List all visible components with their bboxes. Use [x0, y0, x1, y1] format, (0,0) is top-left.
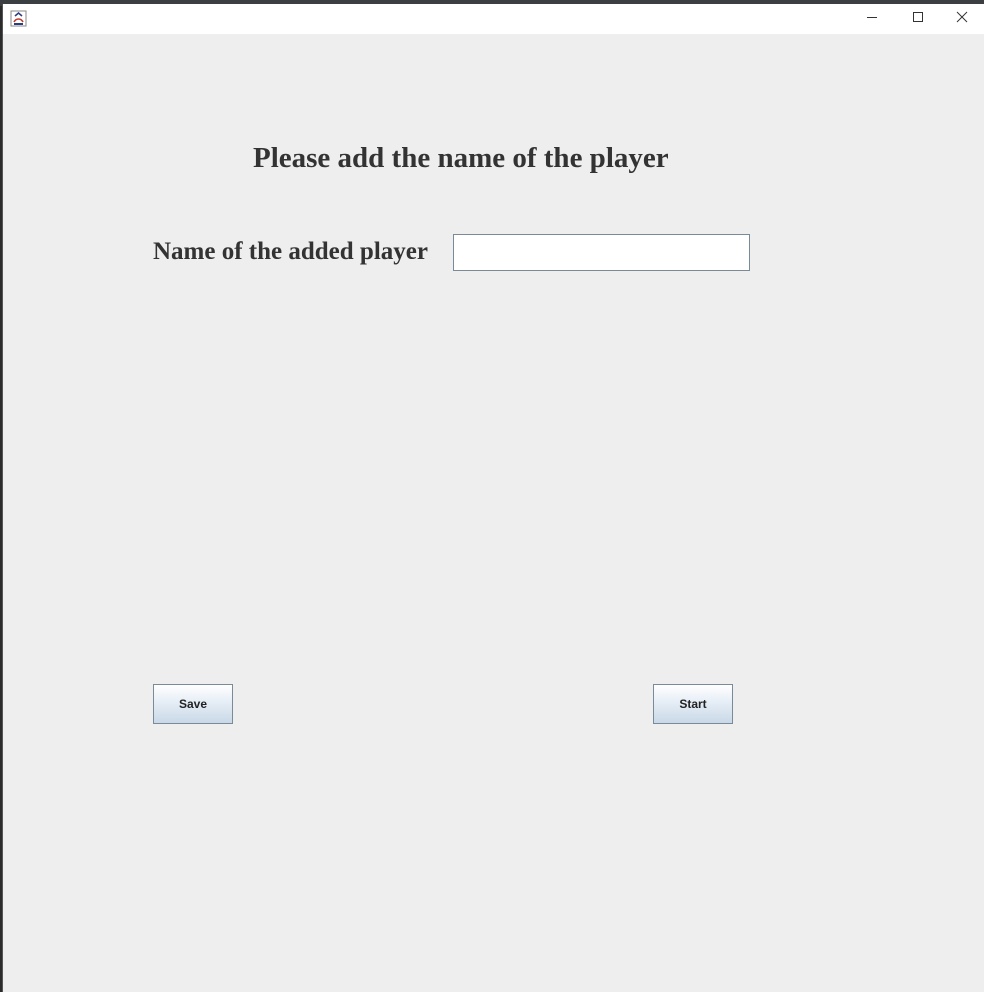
close-button[interactable] — [939, 4, 984, 34]
minimize-button[interactable] — [849, 4, 895, 34]
java-app-icon — [10, 10, 27, 27]
page-title: Please add the name of the player — [253, 142, 669, 174]
player-name-input[interactable] — [453, 234, 750, 271]
maximize-button[interactable] — [895, 4, 941, 34]
app-window: Please add the name of the player Name o… — [2, 4, 984, 992]
start-button[interactable]: Start — [653, 684, 733, 724]
close-icon — [956, 10, 968, 28]
form-panel: Please add the name of the player Name o… — [3, 34, 984, 992]
player-name-label: Name of the added player — [153, 238, 428, 265]
save-button[interactable]: Save — [153, 684, 233, 724]
maximize-icon — [912, 10, 924, 28]
title-bar[interactable] — [3, 4, 984, 34]
minimize-icon — [866, 10, 878, 28]
